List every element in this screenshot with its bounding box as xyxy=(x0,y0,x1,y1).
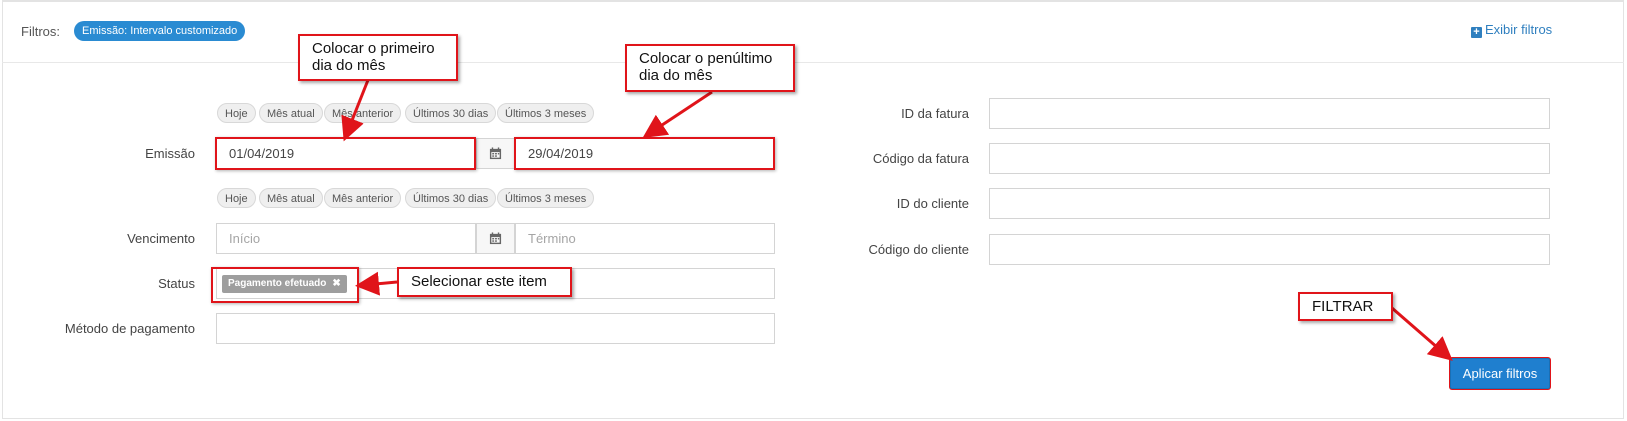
vencimento-label: Vencimento xyxy=(127,231,195,246)
quick-range-hoje[interactable]: Hoje xyxy=(217,188,256,208)
highlight-emissao-end xyxy=(514,137,775,170)
calendar-icon xyxy=(489,232,502,245)
callout-filtrar: FILTRAR xyxy=(1298,292,1393,321)
codigo-fatura-input[interactable] xyxy=(989,143,1550,174)
quick-range-hoje[interactable]: Hoje xyxy=(217,103,256,123)
plus-square-icon: + xyxy=(1471,27,1482,38)
emissao-label: Emissão xyxy=(145,146,195,161)
callout-first-day: Colocar o primeiro dia do mês xyxy=(298,34,458,81)
show-filters-link[interactable]: + Exibir filtros xyxy=(1471,22,1552,38)
vencimento-calendar[interactable] xyxy=(476,223,515,254)
id-fatura-label: ID da fatura xyxy=(901,106,969,121)
callout-select-item: Selecionar este item xyxy=(397,267,572,297)
highlight-emissao-start xyxy=(215,137,476,170)
status-label: Status xyxy=(158,276,195,291)
active-filter-badge[interactable]: Emissão: Intervalo customizado xyxy=(74,21,246,41)
quick-range-mes-anterior[interactable]: Mês anterior xyxy=(324,103,402,123)
calendar-icon xyxy=(489,147,502,160)
quick-range-ultimos-30[interactable]: Últimos 30 dias xyxy=(405,188,497,208)
vencimento-start-input[interactable]: Início xyxy=(216,223,476,254)
id-cliente-label: ID do cliente xyxy=(896,196,969,211)
codigo-cliente-label: Código do cliente xyxy=(868,242,969,257)
show-filters-label: Exibir filtros xyxy=(1485,22,1553,37)
quick-range-mes-atual[interactable]: Mês atual xyxy=(259,103,323,123)
codigo-cliente-input[interactable] xyxy=(989,234,1550,265)
quick-range-ultimos-3-meses[interactable]: Últimos 3 meses xyxy=(497,188,595,208)
quick-range-ultimos-30[interactable]: Últimos 30 dias xyxy=(405,103,497,123)
id-cliente-input[interactable] xyxy=(989,188,1550,219)
callout-penultimate-day: Colocar o penúltimo dia do mês xyxy=(625,44,795,92)
codigo-fatura-label: Código da fatura xyxy=(872,151,969,166)
metodo-pagamento-label: Método de pagamento xyxy=(64,321,195,336)
apply-filters-button[interactable]: Aplicar filtros xyxy=(1450,358,1550,389)
highlight-status-tag xyxy=(211,267,359,303)
header-divider xyxy=(2,62,1624,63)
metodo-pagamento-select[interactable] xyxy=(216,313,775,344)
quick-range-mes-anterior[interactable]: Mês anterior xyxy=(324,188,402,208)
id-fatura-input[interactable] xyxy=(989,98,1550,129)
quick-range-ultimos-3-meses[interactable]: Últimos 3 meses xyxy=(497,103,595,123)
quick-range-mes-atual[interactable]: Mês atual xyxy=(259,188,323,208)
emissao-calendar[interactable] xyxy=(476,138,515,169)
vencimento-end-input[interactable]: Término xyxy=(515,223,775,254)
filters-label: Filtros: xyxy=(21,24,60,39)
